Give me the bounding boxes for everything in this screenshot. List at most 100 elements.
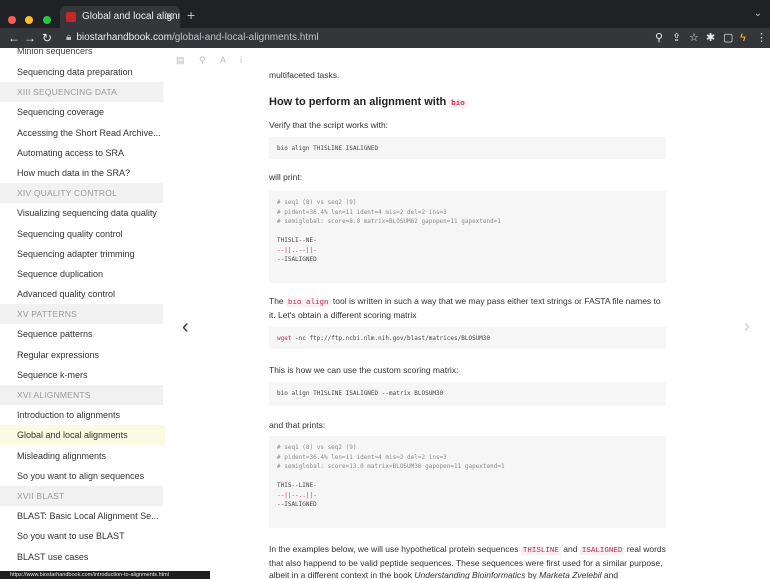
- toc-item[interactable]: BLAST: Basic Local Alignment Se...: [0, 506, 165, 526]
- search-book-icon[interactable]: ⚲: [199, 55, 206, 66]
- code-text: bio align THISLINE ISALIGNED: [277, 145, 379, 152]
- inline-code: THISLINE: [520, 547, 561, 555]
- tab-search-icon[interactable]: ⌄: [754, 8, 762, 19]
- search-icon[interactable]: ⚲: [655, 31, 663, 45]
- code-block-output-1: # seq1 (8) vs seq2 (9) # pident=36.4% len…: [269, 191, 666, 283]
- code-block-command-2: wget -nc ftp://ftp.ncbi.nlm.nih.gov/blas…: [269, 327, 666, 349]
- browser-tab-active[interactable]: Global and local alignments | T ✕: [60, 6, 180, 28]
- code-text: bio align THISLINE ISALIGNED --matrix BL…: [277, 390, 444, 397]
- toc-item[interactable]: Introduction to alignments: [0, 405, 165, 425]
- toggle-sidebar-icon[interactable]: ▤: [176, 55, 185, 66]
- previous-page-arrow-icon[interactable]: ‹: [182, 316, 189, 339]
- code-line: --||--..||-: [277, 491, 317, 499]
- extensions-icon[interactable]: ✱: [706, 31, 715, 45]
- toc-item[interactable]: Automating access to SRA: [0, 143, 165, 163]
- url-host: biostarhandbook.com: [76, 32, 172, 43]
- close-window-button[interactable]: [8, 16, 16, 24]
- toc-sidebar: Minion sequencers Sequencing data prepara…: [0, 48, 170, 579]
- maximize-window-button[interactable]: [42, 16, 51, 24]
- toc-item[interactable]: Misleading alignments: [0, 446, 165, 466]
- code-line: THIS--LINE-: [277, 482, 317, 489]
- code-block-command-3: bio align THISLINE ISALIGNED --matrix BL…: [269, 382, 666, 406]
- toc-item[interactable]: Sequence patterns: [0, 324, 165, 344]
- toc-item[interactable]: How much data in the SRA?: [0, 163, 165, 183]
- heading-text: How to perform an alignment with: [269, 96, 447, 108]
- info-icon[interactable]: i: [240, 55, 242, 65]
- favicon-icon: [66, 12, 76, 22]
- toc-section-header: XIII SEQUENCING DATA: [0, 82, 163, 103]
- toc-item[interactable]: Sequencing quality control: [0, 224, 165, 244]
- custom-matrix-text: This is how we can use the custom scorin…: [269, 365, 459, 375]
- code-line: # seq1 (8) vs seq2 (9): [277, 199, 357, 206]
- forward-arrow-icon[interactable]: →: [24, 30, 36, 46]
- toc-item[interactable]: Sequencing adapter trimming: [0, 244, 165, 264]
- paragraph-bio-align: The bio align tool is written in such a …: [269, 295, 666, 321]
- toc-item[interactable]: So you want to align sequences: [0, 466, 165, 486]
- para-text: In the examples below, we will use hypot…: [269, 544, 519, 554]
- author-name: Marketa Zvelebil: [539, 570, 602, 579]
- toc-item[interactable]: Sequencing data preparation: [0, 62, 165, 82]
- code-line: # pident=36.4% len=11 ident=4 mis=2 del=…: [277, 453, 447, 461]
- browser-toolbar: ← → ↻ 🔒︎ biostarhandbook.com/global-and-l…: [0, 28, 770, 48]
- share-icon[interactable]: ⇪: [672, 31, 681, 45]
- code-line: --ISALIGNED: [277, 256, 317, 263]
- para-text: by: [527, 570, 537, 579]
- toc-item[interactable]: Regular expressions: [0, 345, 165, 365]
- will-print-text: will print:: [269, 172, 303, 182]
- code-line: # seq1 (8) vs seq2 (9): [277, 444, 357, 451]
- toc-section-header: XIV QUALITY CONTROL: [0, 183, 163, 204]
- browser-menu-icon[interactable]: ⋮: [756, 31, 767, 45]
- code-block-output-2: # seq1 (8) vs seq2 (9) # pident=36.4% len…: [269, 436, 666, 528]
- code-line: THISLI--NE-: [277, 237, 317, 244]
- code-keyword: wget: [277, 335, 292, 342]
- toc-item[interactable]: Accessing the Short Read Archive...: [0, 123, 165, 143]
- back-arrow-icon[interactable]: ←: [8, 30, 20, 46]
- that-prints-text: and that prints:: [269, 420, 326, 430]
- sidebar-toggle-icon[interactable]: ▢: [723, 31, 733, 45]
- browser-tab-bar: Global and local alignments | T ✕ + ⌄: [0, 0, 770, 28]
- code-line: --ISALIGNED: [277, 501, 317, 508]
- toc-item[interactable]: Sequence duplication: [0, 264, 165, 284]
- code-block-command-1: bio align THISLINE ISALIGNED: [269, 137, 666, 159]
- toc-item[interactable]: Visualizing sequencing data quality: [0, 203, 165, 223]
- font-settings-icon[interactable]: A: [220, 55, 226, 65]
- url-path: /global-and-local-alignments.html: [171, 32, 319, 43]
- address-bar[interactable]: 🔒︎ biostarhandbook.com/global-and-local-a…: [66, 30, 656, 46]
- section-heading: How to perform an alignment with bio: [269, 96, 467, 108]
- toc-item[interactable]: Advanced quality control: [0, 284, 165, 304]
- toc-section-header: XV PATTERNS: [0, 304, 163, 325]
- paragraph-examples: In the examples below, we will use hypot…: [269, 543, 666, 579]
- new-tab-button[interactable]: +: [187, 6, 195, 24]
- reload-icon[interactable]: ↻: [42, 30, 52, 46]
- toc-item[interactable]: Sequencing coverage: [0, 102, 165, 122]
- para-text: The: [269, 296, 284, 306]
- toc-item[interactable]: Sequence k-mers: [0, 365, 165, 385]
- para-text: and: [603, 570, 619, 579]
- code-line: # semiglobal: score=13.0 matrix=BLOSUM30…: [277, 463, 505, 470]
- lock-icon: 🔒︎: [66, 32, 72, 43]
- toc-section-header: XVI ALIGNMENTS: [0, 385, 163, 406]
- para-text: and: [563, 544, 578, 554]
- minimize-window-button[interactable]: [25, 16, 34, 24]
- next-page-arrow-icon[interactable]: ›: [744, 316, 750, 337]
- page-content: multifaceted tasks. How to perform an al…: [269, 48, 666, 579]
- bookmark-star-icon[interactable]: ☆: [689, 31, 699, 45]
- toc-section-header: XVII BLAST: [0, 485, 163, 507]
- heading-code: bio: [449, 100, 467, 108]
- code-line: # pident=36.4% len=11 ident=4 mis=2 del=…: [277, 208, 447, 216]
- toc-item[interactable]: Minion sequencers: [0, 48, 165, 62]
- window-controls: [8, 11, 56, 29]
- status-bar-link-preview: https://www.biostarhandbook.com/introduc…: [0, 571, 210, 579]
- code-line: # semiglobal: score=8.0 matrix=BLOSUM62 …: [277, 218, 501, 225]
- toc-item[interactable]: BLAST use cases: [0, 547, 165, 567]
- extension-bolt-icon[interactable]: ϟ: [740, 31, 746, 45]
- code-line: --||..--||-: [277, 246, 317, 254]
- toc-item[interactable]: So you want to use BLAST: [0, 526, 165, 546]
- toc-item-active[interactable]: Global and local alignments: [0, 425, 165, 446]
- inline-code: ISALIGNED: [579, 547, 625, 555]
- book-title: Understanding Bioinformatics: [414, 570, 526, 579]
- verify-text: Verify that the script works with:: [269, 120, 389, 130]
- close-tab-icon[interactable]: ✕: [165, 6, 174, 28]
